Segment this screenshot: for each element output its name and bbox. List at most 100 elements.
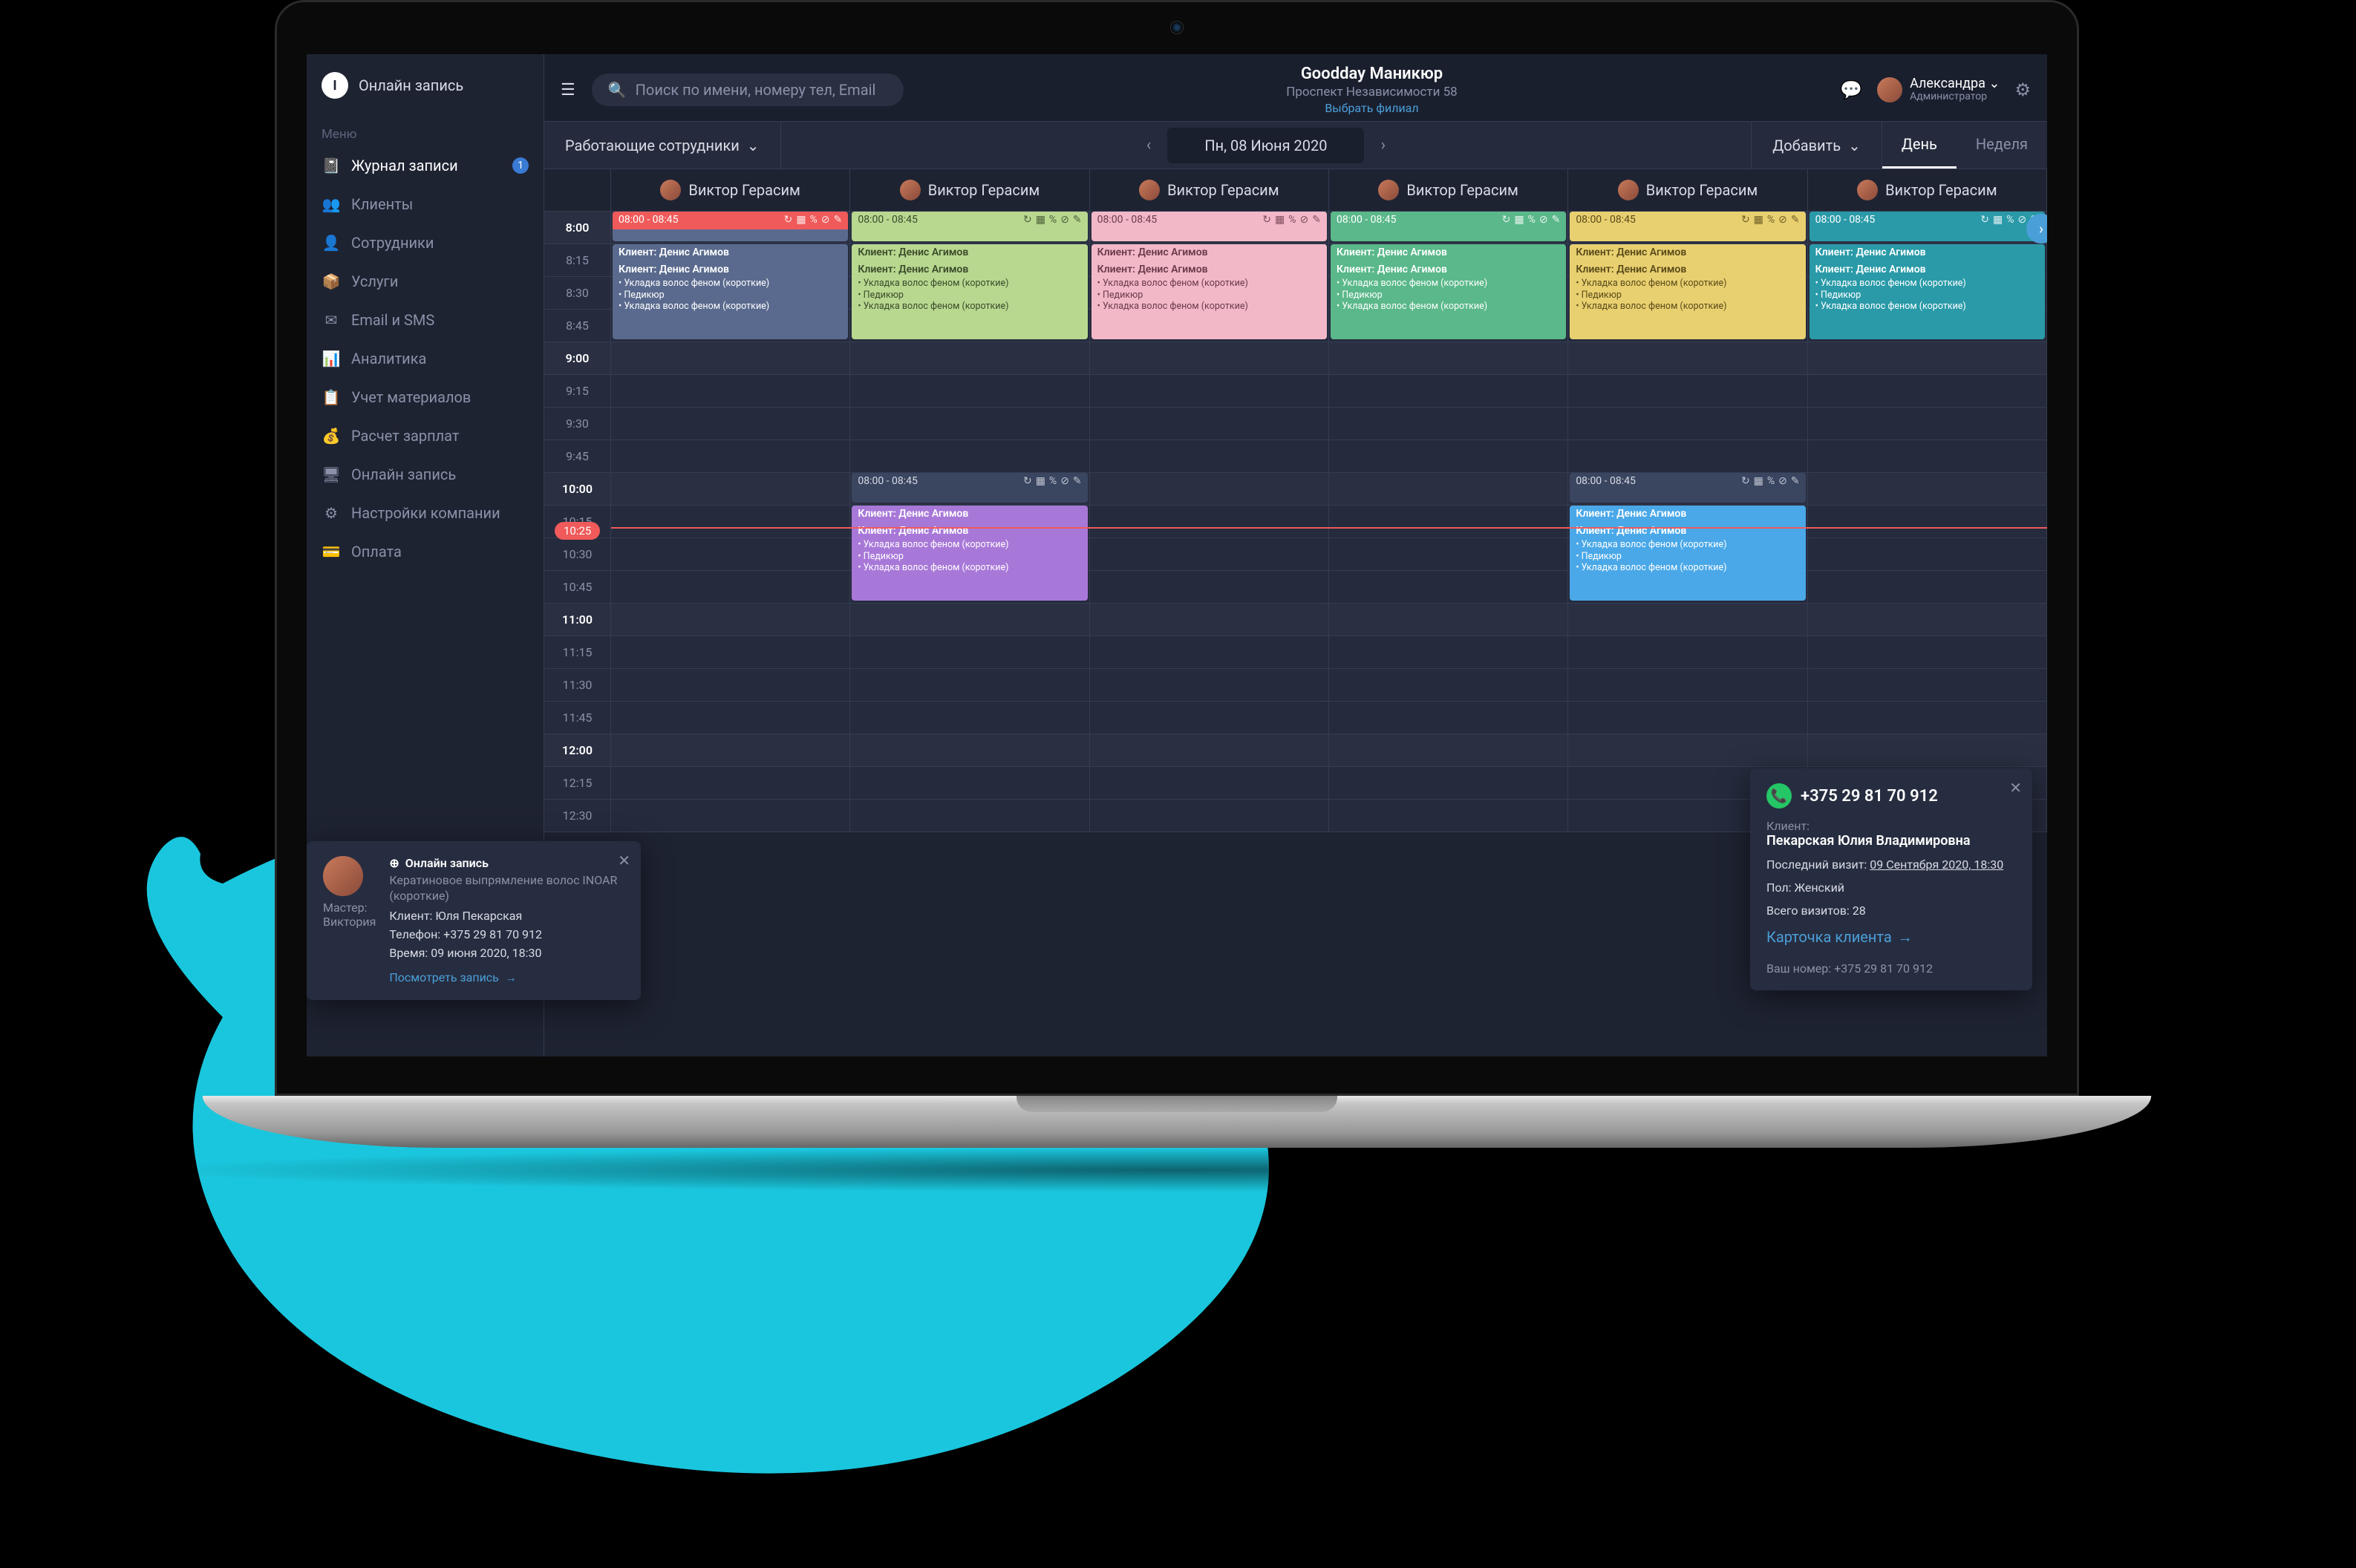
time-slot[interactable] [1329,408,1568,440]
staff-column-header[interactable]: Виктор Герасим [1808,169,2047,211]
appointment-card[interactable]: 08:00 - 08:45↻▦%⊘✎ [1091,212,1327,241]
view-appointment-link[interactable]: Посмотреть запись → [544,970,624,985]
time-slot[interactable] [611,506,850,538]
time-slot[interactable] [850,375,1089,407]
time-slot[interactable] [611,604,850,636]
appointment-card[interactable]: 08:00 - 08:45↻▦%⊘✎ [613,212,848,241]
time-slot[interactable] [1568,604,1807,636]
time-slot[interactable] [1329,440,1568,472]
time-slot[interactable] [1808,571,2047,603]
appointment-card[interactable]: Клиент: Денис АгимовКлиент: Денис Агимов… [1570,244,1805,339]
time-slot[interactable] [611,342,850,374]
time-slot[interactable] [611,702,850,734]
time-slot[interactable] [1090,604,1329,636]
time-slot[interactable] [1090,767,1329,799]
time-slot[interactable] [1329,604,1568,636]
appointment-card[interactable]: 08:00 - 08:45↻▦%⊘✎ [1331,212,1566,241]
time-slot[interactable] [1329,571,1568,603]
time-slot[interactable] [1808,604,2047,636]
time-slot[interactable]: Клиент: Денис АгимовКлиент: Денис Агимов… [1808,244,2047,276]
staff-column-header[interactable]: Виктор Герасим [1329,169,1568,211]
time-slot[interactable] [1090,375,1329,407]
time-slot[interactable] [1329,702,1568,734]
time-slot[interactable] [1568,440,1807,472]
time-slot[interactable] [850,604,1089,636]
add-button[interactable]: Добавить ⌄ [1751,122,1882,169]
time-slot[interactable] [1808,342,2047,374]
time-slot[interactable] [1090,636,1329,668]
appointment-card[interactable]: Клиент: Денис АгимовКлиент: Денис Агимов… [613,244,848,339]
logo[interactable]: I Онлайн запись [307,54,544,117]
time-slot[interactable] [1568,669,1807,701]
time-slot[interactable] [850,734,1089,766]
time-slot[interactable] [850,636,1089,668]
time-slot[interactable] [611,767,850,799]
appointment-card[interactable]: 08:00 - 08:45↻▦%⊘✎ [1570,212,1805,241]
time-slot[interactable] [1808,636,2047,668]
appointment-card[interactable]: Клиент: Денис АгимовКлиент: Денис Агимов… [852,244,1087,339]
sidebar-item[interactable]: 👤Сотрудники [307,223,544,262]
appointment-card[interactable]: 08:00 - 08:45↻▦%⊘✎ [1570,473,1805,503]
time-slot[interactable] [1090,800,1329,832]
menu-toggle-icon[interactable]: ☰ [561,81,575,99]
sidebar-item[interactable]: ⚙Настройки компании [307,494,544,532]
time-slot[interactable] [1329,506,1568,538]
sidebar-item[interactable]: ✉Email и SMS [307,301,544,339]
appointment-card[interactable]: Клиент: Денис АгимовКлиент: Денис Агимов… [1091,244,1327,339]
appointment-card[interactable]: Клиент: Денис АгимовКлиент: Денис Агимов… [1331,244,1566,339]
staff-filter-dropdown[interactable]: Работающие сотрудники ⌄ [544,122,781,169]
time-slot[interactable] [1808,473,2047,505]
staff-column-header[interactable]: Виктор Герасим [611,169,850,211]
time-slot[interactable] [1090,702,1329,734]
time-slot[interactable]: Клиент: Денис АгимовКлиент: Денис Агимов… [1090,244,1329,276]
close-icon[interactable]: ✕ [2009,779,2022,797]
time-slot[interactable] [1808,408,2047,440]
time-slot[interactable] [1329,767,1568,799]
time-slot[interactable] [1329,342,1568,374]
time-slot[interactable] [1090,506,1329,538]
time-slot[interactable]: 08:00 - 08:45↻▦%⊘✎ [611,212,850,244]
time-slot[interactable]: 08:00 - 08:45↻▦%⊘✎ [1808,212,2047,244]
sidebar-item[interactable]: 🖥Онлайн запись [307,455,544,494]
time-slot[interactable]: Клиент: Денис АгимовКлиент: Денис Агимов… [1568,244,1807,276]
time-slot[interactable] [1329,636,1568,668]
time-slot[interactable] [1329,538,1568,570]
time-slot[interactable] [611,375,850,407]
time-slot[interactable]: 08:00 - 08:45↻▦%⊘✎ [1568,212,1807,244]
time-slot[interactable] [1568,734,1807,766]
time-slot[interactable]: 08:00 - 08:45↻▦%⊘✎ [1090,212,1329,244]
time-slot[interactable] [1808,702,2047,734]
staff-column-header[interactable]: Виктор Герасим [1568,169,1807,211]
time-slot[interactable] [1808,538,2047,570]
user-menu[interactable]: Александра ⌄ Администратор [1877,76,2000,102]
time-slot[interactable] [1808,506,2047,538]
sidebar-item[interactable]: 📦Услуги [307,262,544,301]
sidebar-item[interactable]: 👥Клиенты [307,185,544,223]
time-slot[interactable] [850,767,1089,799]
time-slot[interactable]: 08:00 - 08:45↻▦%⊘✎ [850,473,1089,505]
time-slot[interactable] [1090,669,1329,701]
time-slot[interactable] [850,342,1089,374]
appointment-card[interactable]: Клиент: Денис АгимовКлиент: Денис Агимов… [1810,244,2045,339]
time-slot[interactable]: Клиент: Денис АгимовКлиент: Денис Агимов… [850,506,1089,538]
appointment-card[interactable]: 08:00 - 08:45↻▦%⊘✎ [852,212,1087,241]
time-slot[interactable] [611,734,850,766]
time-slot[interactable] [1329,375,1568,407]
chat-icon[interactable]: 💬 [1840,79,1862,100]
time-slot[interactable] [611,800,850,832]
date-picker[interactable]: Пн, 08 Июня 2020 [1167,128,1364,163]
time-slot[interactable] [1808,669,2047,701]
staff-column-header[interactable]: Виктор Герасим [850,169,1089,211]
time-slot[interactable] [1808,734,2047,766]
time-slot[interactable] [850,702,1089,734]
sidebar-item[interactable]: 📓Журнал записи1 [307,146,544,185]
sidebar-item[interactable]: 📊Аналитика [307,339,544,378]
time-slot[interactable]: Клиент: Денис АгимовКлиент: Денис Агимов… [850,244,1089,276]
time-slot[interactable] [1808,440,2047,472]
time-slot[interactable] [1329,800,1568,832]
time-slot[interactable] [1329,473,1568,505]
time-slot[interactable] [1329,669,1568,701]
time-slot[interactable]: 08:00 - 08:45↻▦%⊘✎ [1329,212,1568,244]
client-card-link[interactable]: Карточка клиента → [1766,928,2016,947]
sidebar-item[interactable]: 📋Учет материалов [307,378,544,416]
